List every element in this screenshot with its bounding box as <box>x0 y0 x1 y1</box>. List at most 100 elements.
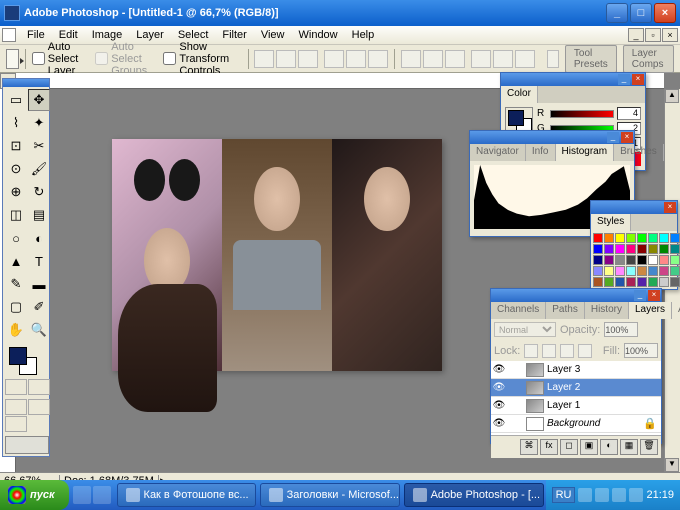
doc-minimize-button[interactable]: _ <box>628 28 644 42</box>
swatch-item[interactable] <box>593 266 603 276</box>
visibility-toggle-icon[interactable]: 👁 <box>491 364 507 375</box>
menu-view[interactable]: View <box>254 27 292 43</box>
swatch-item[interactable] <box>626 277 636 287</box>
swatch-item[interactable] <box>648 255 658 265</box>
swatch-item[interactable] <box>615 277 625 287</box>
opacity-input[interactable] <box>604 322 638 337</box>
styles-tab[interactable]: Styles <box>591 214 631 231</box>
swatch-item[interactable] <box>659 266 669 276</box>
layer-thumbnail[interactable] <box>526 417 544 431</box>
color-panel-drag-handle[interactable]: _ × <box>501 73 645 86</box>
slice-tool[interactable]: ✂ <box>28 135 50 157</box>
quickmask-mode-button[interactable] <box>28 379 50 395</box>
color-tab[interactable]: Color <box>501 86 538 103</box>
swatch-item[interactable] <box>604 277 614 287</box>
clock[interactable]: 21:19 <box>646 489 674 501</box>
lock-position-button[interactable] <box>560 344 574 358</box>
align-top-button[interactable] <box>254 50 274 68</box>
color-panel-close-button[interactable]: × <box>632 74 644 85</box>
standard-mode-button[interactable] <box>5 379 27 395</box>
layer-thumbnail[interactable] <box>526 363 544 377</box>
lasso-tool[interactable]: ⌇ <box>5 112 27 134</box>
blend-mode-select[interactable]: Normal <box>494 322 556 337</box>
color-panel-collapse-button[interactable]: _ <box>618 74 630 85</box>
distribute-vcenter-button[interactable] <box>423 50 443 68</box>
minimize-button[interactable]: _ <box>606 3 628 23</box>
crop-tool[interactable]: ⊡ <box>5 135 27 157</box>
swatch-item[interactable] <box>615 233 625 243</box>
gradient-tool[interactable]: ▤ <box>28 204 50 226</box>
swatch-item[interactable] <box>593 244 603 254</box>
doc-restore-button[interactable]: ▫ <box>645 28 661 42</box>
marquee-tool[interactable]: ▭ <box>5 89 27 111</box>
fill-input[interactable] <box>624 343 658 358</box>
quick-launch-item-2[interactable] <box>93 486 111 504</box>
taskbar-item-photoshop[interactable]: Adobe Photoshop - [... <box>404 483 544 507</box>
screen-standard-button[interactable] <box>5 399 27 415</box>
layer-name-label[interactable]: Layer 2 <box>547 382 661 393</box>
swatch-item[interactable] <box>626 255 636 265</box>
swatch-item[interactable] <box>659 255 669 265</box>
tool-presets-tab[interactable]: Tool Presets <box>565 45 617 73</box>
swatch-item[interactable] <box>648 266 658 276</box>
lock-all-button[interactable] <box>578 344 592 358</box>
start-button[interactable]: пуск <box>0 480 69 510</box>
layers-panel-collapse-button[interactable]: _ <box>634 290 646 301</box>
layer-name-label[interactable]: Background <box>547 418 639 429</box>
blur-tool[interactable]: ○ <box>5 227 27 249</box>
layer-mask-button[interactable]: ◻ <box>560 439 578 455</box>
swatch-item[interactable] <box>637 277 647 287</box>
visibility-toggle-icon[interactable]: 👁 <box>491 400 507 411</box>
layer-row[interactable]: 👁Layer 3 <box>491 361 661 379</box>
swatch-item[interactable] <box>593 277 603 287</box>
layer-row[interactable]: 👁Layer 2 <box>491 379 661 397</box>
screen-full-button[interactable] <box>5 416 27 432</box>
swatch-item[interactable] <box>593 233 603 243</box>
swatch-item[interactable] <box>659 244 669 254</box>
pen-tool[interactable]: ✎ <box>5 273 27 295</box>
histogram-panel-collapse-button[interactable]: _ <box>607 132 619 143</box>
delete-layer-button[interactable]: 🗑 <box>640 439 658 455</box>
taskbar-item-word[interactable]: Заголовки - Microsof... <box>260 483 400 507</box>
new-layer-button[interactable]: ▦ <box>620 439 638 455</box>
distribute-hcenter-button[interactable] <box>493 50 513 68</box>
channels-tab[interactable]: Channels <box>491 302 546 319</box>
histogram-tab[interactable]: Histogram <box>556 144 615 161</box>
layers-panel-close-button[interactable]: × <box>648 290 660 301</box>
language-indicator[interactable]: RU <box>552 487 576 503</box>
swatch-item[interactable] <box>637 244 647 254</box>
visibility-toggle-icon[interactable]: 👁 <box>491 418 507 429</box>
swatch-item[interactable] <box>648 277 658 287</box>
menu-help[interactable]: Help <box>345 27 382 43</box>
taskbar-item-firefox[interactable]: Как в Фотошопе вс... <box>117 483 256 507</box>
hand-tool[interactable]: ✋ <box>5 319 27 341</box>
toolbox-drag-handle[interactable] <box>3 79 49 87</box>
tray-icon-2[interactable] <box>595 488 609 502</box>
layer-row[interactable]: 👁Layer 1 <box>491 397 661 415</box>
tray-icon-1[interactable] <box>578 488 592 502</box>
scroll-up-button[interactable]: ▲ <box>665 89 679 103</box>
canvas-document[interactable] <box>112 139 442 371</box>
swatch-item[interactable] <box>670 277 680 287</box>
auto-select-layer-checkbox[interactable]: Auto Select Layer <box>32 41 89 77</box>
align-hcenter-button[interactable] <box>346 50 366 68</box>
distribute-left-button[interactable] <box>471 50 491 68</box>
navigator-tab[interactable]: Navigator <box>470 144 526 161</box>
align-right-button[interactable] <box>368 50 388 68</box>
brush-tool[interactable]: 🖌 <box>28 158 50 180</box>
swatch-item[interactable] <box>659 233 669 243</box>
swatch-item[interactable] <box>604 266 614 276</box>
screen-full-menubar-button[interactable] <box>28 399 50 415</box>
adjustment-layer-button[interactable]: ◐ <box>600 439 618 455</box>
notes-tool[interactable]: ▢ <box>5 296 27 318</box>
paths-tab[interactable]: Paths <box>546 302 585 319</box>
swatch-item[interactable] <box>637 233 647 243</box>
swatch-item[interactable] <box>637 255 647 265</box>
layer-comps-tab[interactable]: Layer Comps <box>623 45 674 73</box>
layer-row[interactable]: 👁Background🔒 <box>491 415 661 433</box>
scroll-down-button[interactable]: ▼ <box>665 458 679 472</box>
swatch-item[interactable] <box>615 255 625 265</box>
swatch-item[interactable] <box>626 233 636 243</box>
new-group-button[interactable]: ▣ <box>580 439 598 455</box>
shape-tool[interactable]: ▬ <box>28 273 50 295</box>
